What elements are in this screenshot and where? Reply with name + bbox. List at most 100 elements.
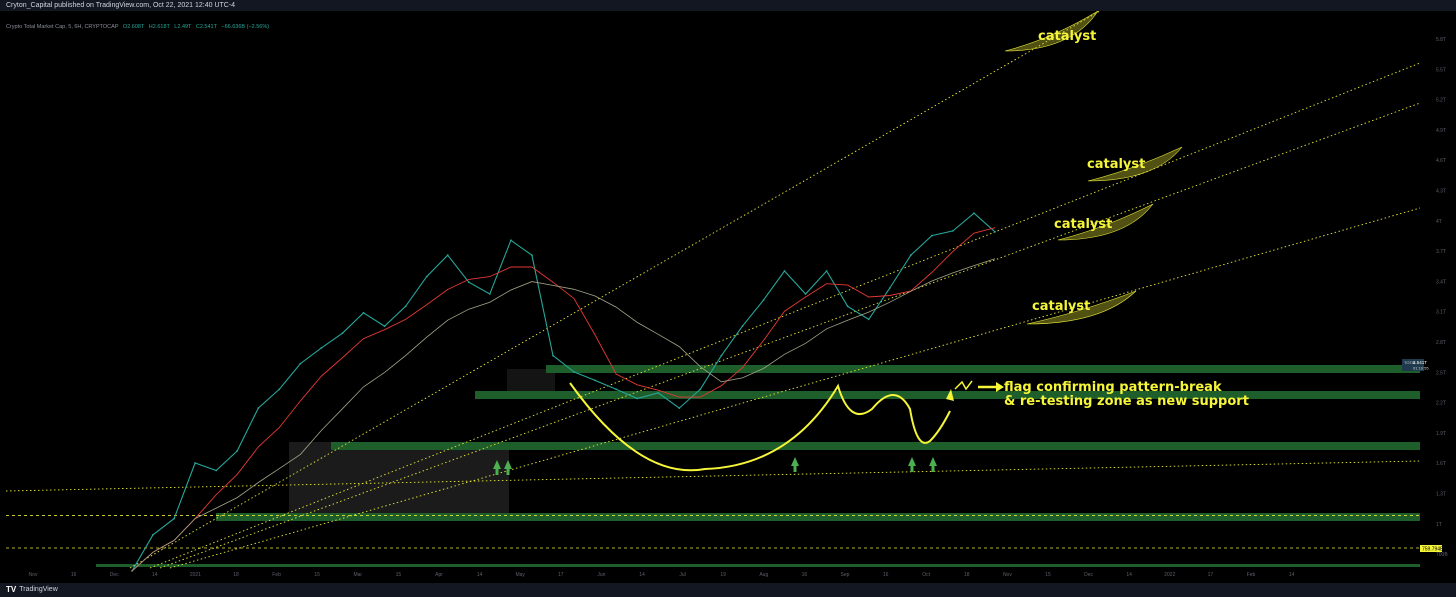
x-tick-label: Aug bbox=[759, 572, 768, 578]
x-tick-label: Oct bbox=[922, 572, 930, 578]
price-point bbox=[783, 270, 786, 272]
moving-average-slow bbox=[131, 258, 996, 572]
price-point bbox=[720, 354, 723, 357]
price-point bbox=[909, 254, 912, 257]
publisher-text: Cryton_Capital published on TradingView.… bbox=[6, 2, 236, 9]
price-point bbox=[846, 305, 849, 308]
x-tick-label: Mar bbox=[353, 572, 362, 578]
price-point bbox=[467, 281, 470, 284]
price-point bbox=[615, 388, 617, 391]
x-tick-label: Feb bbox=[1247, 572, 1256, 578]
flag-arrow-head bbox=[996, 382, 1004, 392]
y-tick-label: 4.6T bbox=[1436, 158, 1446, 164]
price-point bbox=[257, 407, 260, 409]
y-tick-label: 1.3T bbox=[1436, 492, 1446, 498]
x-tick-label: 15 bbox=[314, 572, 320, 578]
price-point bbox=[383, 325, 386, 328]
x-tick-label: Apr bbox=[435, 572, 443, 578]
x-tick-label: 2021 bbox=[190, 572, 201, 578]
x-tick-label: 15 bbox=[1045, 572, 1051, 578]
x-tick-label: 16 bbox=[883, 572, 889, 578]
x-tick-label: 19 bbox=[720, 572, 726, 578]
trend-line bbox=[159, 102, 1421, 569]
price-point bbox=[952, 230, 954, 232]
catalyst-label: catalyst bbox=[1032, 299, 1090, 314]
support-zone bbox=[331, 442, 1420, 450]
price-point bbox=[510, 239, 512, 242]
y-tick-label: 2.2T bbox=[1436, 401, 1446, 407]
price-point bbox=[636, 397, 639, 400]
x-tick-label: 14 bbox=[1126, 572, 1132, 578]
legend-change: −66.636B (−2.56%) bbox=[221, 24, 270, 30]
price-point bbox=[552, 354, 554, 357]
level-tag-value: 759.794B bbox=[1422, 547, 1444, 553]
price-point bbox=[531, 254, 533, 257]
price-point bbox=[404, 305, 407, 308]
x-tick-label: 16 bbox=[802, 572, 808, 578]
price-point bbox=[867, 318, 870, 321]
price-point bbox=[320, 347, 323, 349]
price-point bbox=[741, 325, 744, 328]
price-point bbox=[594, 379, 596, 382]
price-point bbox=[573, 371, 575, 373]
y-tick-label: 1.6T bbox=[1436, 461, 1446, 467]
y-tick-label: 4.9T bbox=[1436, 128, 1446, 134]
x-tick-label: 15 bbox=[396, 572, 402, 578]
up-arrow-icon bbox=[908, 457, 916, 472]
publisher-bar: Cryton_Capital published on TradingView.… bbox=[0, 0, 1456, 11]
legend-symbol: Crypto Total Market Cap, 5, 6H, CRYPTOCA… bbox=[6, 24, 119, 30]
annotation-note-line2: & re-testing zone as new support bbox=[1004, 394, 1249, 409]
y-tick-label: 5.8T bbox=[1436, 37, 1446, 43]
symbol-legend: Crypto Total Market Cap, 5, 6H, CRYPTOCA… bbox=[6, 24, 269, 30]
price-point bbox=[362, 311, 365, 314]
price-point bbox=[173, 517, 176, 520]
trend-line bbox=[5, 460, 1421, 492]
x-tick-label: 17 bbox=[1208, 572, 1214, 578]
tradingview-logo-icon: TV bbox=[6, 585, 17, 594]
y-tick-label: 700B bbox=[1436, 552, 1448, 558]
footer-brand: TradingView bbox=[19, 586, 58, 593]
x-tick-label: 14 bbox=[152, 572, 158, 578]
price-point bbox=[278, 388, 281, 391]
price-point bbox=[699, 388, 702, 391]
x-tick-label: Dec bbox=[1084, 572, 1093, 578]
annotation-note-line1: flag confirming pattern-break bbox=[1004, 380, 1222, 395]
catalyst-label: catalyst bbox=[1054, 217, 1112, 232]
y-tick-label: 3.7T bbox=[1436, 249, 1446, 255]
legend-low: L2.49T bbox=[174, 24, 192, 30]
support-zone bbox=[546, 365, 1420, 373]
price-point bbox=[446, 254, 449, 257]
price-point bbox=[657, 392, 660, 394]
y-tick-label: 1.9T bbox=[1436, 431, 1446, 437]
consolidation-box bbox=[289, 442, 509, 514]
x-tick-label: 14 bbox=[639, 572, 645, 578]
legend-close: C2.541T bbox=[195, 24, 217, 30]
price-point bbox=[804, 293, 807, 295]
trend-line bbox=[149, 62, 1421, 569]
price-point bbox=[973, 212, 975, 215]
y-tick-label: 5.2T bbox=[1436, 98, 1446, 104]
y-tick-label: 2.8T bbox=[1436, 340, 1446, 346]
catalyst-label: catalyst bbox=[1087, 157, 1145, 172]
price-point bbox=[994, 230, 996, 233]
up-arrow-icon bbox=[929, 457, 937, 472]
x-tick-label: Jun bbox=[597, 572, 605, 578]
price-point bbox=[299, 362, 302, 365]
price-point bbox=[678, 407, 681, 409]
price-tag-countdown: 01:19:55 bbox=[1413, 366, 1429, 371]
x-tick-label: Nov bbox=[29, 572, 38, 578]
x-tick-label: Nov bbox=[1003, 572, 1012, 578]
x-tick-label: Sep bbox=[841, 572, 850, 578]
catalyst-label: catalyst bbox=[1038, 29, 1096, 44]
y-tick-label: 4T bbox=[1436, 219, 1442, 225]
chart-frame[interactable]: 5.8T 5.5T 5.2T 4.9T 4.6T 4.3T 4T 3.7T 3.4T 3.1T 2.… bbox=[0, 11, 1456, 583]
x-tick-label: 14 bbox=[1289, 572, 1295, 578]
price-point bbox=[825, 270, 828, 272]
x-tick-label: Jul bbox=[679, 572, 685, 578]
y-tick-label: 3.1T bbox=[1436, 310, 1446, 316]
price-chart[interactable]: 5.8T 5.5T 5.2T 4.9T 4.6T 4.3T 4T 3.7T 3.4T 3.1T 2.… bbox=[0, 11, 1456, 583]
y-tick-label: 1T bbox=[1436, 522, 1442, 528]
x-tick-label: Feb bbox=[272, 572, 281, 578]
x-tick-label: Dec bbox=[110, 572, 119, 578]
trend-line bbox=[129, 11, 1101, 569]
